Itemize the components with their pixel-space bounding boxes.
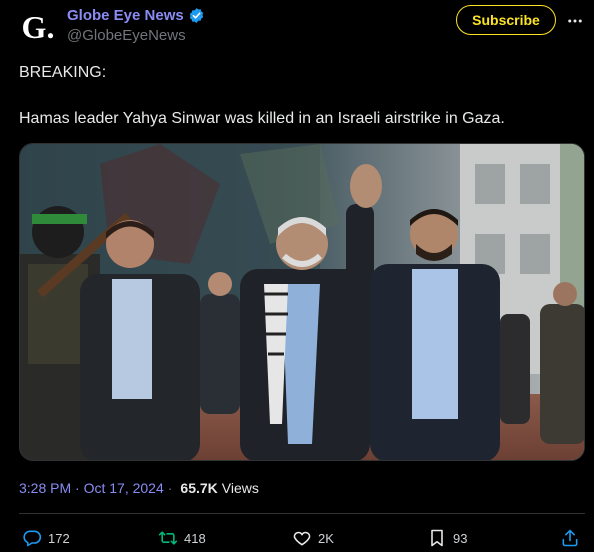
- reply-count: 172: [48, 530, 70, 546]
- like-count: 2K: [318, 530, 334, 546]
- avatar-logo: G.: [21, 9, 55, 45]
- bookmark-count: 93: [453, 530, 468, 546]
- divider: [19, 513, 585, 514]
- heart-icon: [293, 531, 311, 546]
- tweet-text-heading: BREAKING:: [19, 64, 107, 81]
- reply-icon: [23, 530, 42, 547]
- verified-icon: [188, 7, 205, 24]
- author-handle[interactable]: @GlobeEyeNews: [67, 27, 186, 44]
- avatar[interactable]: G.: [18, 6, 58, 46]
- action-bar: 172 418 2K 93: [0, 526, 594, 552]
- reply-button[interactable]: 172: [22, 528, 70, 548]
- tweet-text-body: Hamas leader Yahya Sinwar was killed in …: [19, 110, 505, 127]
- views-label: Views: [221, 480, 259, 496]
- bookmark-icon: [431, 529, 443, 547]
- share-button[interactable]: [560, 528, 580, 548]
- share-icon: [562, 529, 578, 547]
- like-button[interactable]: 2K: [292, 528, 334, 548]
- bookmark-button[interactable]: 93: [427, 528, 467, 548]
- tweet-timestamp[interactable]: 3:28 PM · Oct 17, 2024: [19, 480, 164, 496]
- views-count: 65.7K: [180, 480, 218, 496]
- meta-separator: ·: [167, 480, 173, 496]
- photo-illustration: [20, 144, 584, 460]
- more-icon[interactable]: [566, 12, 584, 30]
- repost-button[interactable]: 418: [158, 528, 206, 548]
- author-display-name[interactable]: Globe Eye News: [67, 7, 184, 24]
- tweet-photo[interactable]: [19, 143, 585, 461]
- tweet-card: G. Globe Eye News @GlobeEyeNews Subscrib…: [0, 0, 594, 552]
- author-name-row[interactable]: Globe Eye News: [67, 7, 205, 24]
- repost-count: 418: [184, 530, 206, 546]
- subscribe-button[interactable]: Subscribe: [456, 5, 556, 35]
- tweet-meta: 3:28 PM · Oct 17, 2024 · 65.7K Views: [19, 480, 259, 496]
- repost-icon: [158, 531, 178, 545]
